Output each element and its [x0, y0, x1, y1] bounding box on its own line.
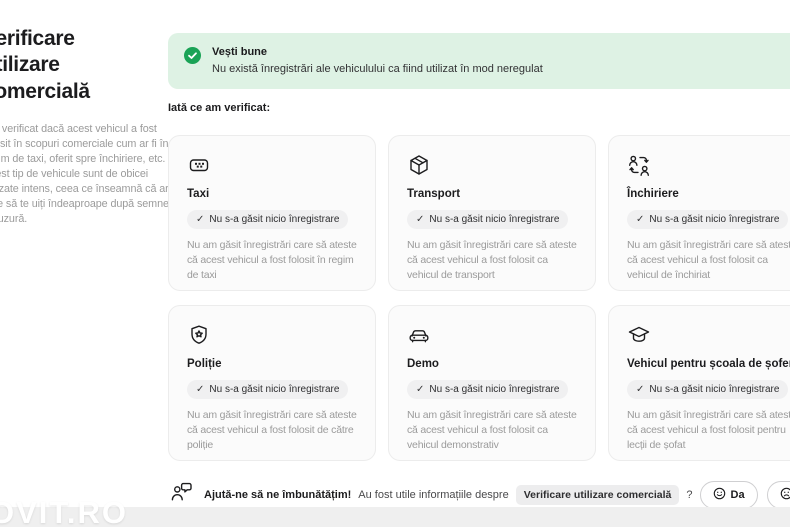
feedback-no-button[interactable]: Nu [767, 481, 790, 509]
no-record-badge: ✓ Nu s-a găsit nicio înregistrare [407, 210, 568, 229]
check-icon: ✓ [636, 384, 644, 395]
feedback-yes-button[interactable]: Da [700, 481, 758, 509]
card-politie: Poliție ✓ Nu s-a găsit nicio înregistrar… [168, 305, 376, 461]
taxi-icon [187, 153, 357, 177]
people-swap-icon [627, 153, 790, 177]
no-record-badge: ✓ Nu s-a găsit nicio înregistrare [627, 380, 788, 399]
success-banner: Vești bune Nu există înregistrări ale ve… [168, 33, 790, 89]
badge-label: Nu s-a găsit nicio înregistrare [649, 384, 779, 395]
card-description: Nu am găsit înregistrări care să ateste … [627, 408, 790, 453]
card-title: Transport [407, 188, 577, 200]
feedback-bar: Ajută-ne să ne îmbunătățim! Au fost util… [168, 480, 790, 509]
card-description: Nu am găsit înregistrări care să ateste … [187, 238, 357, 283]
banner-title: Vești bune [212, 46, 543, 58]
card-description: Nu am găsit înregistrări care să ateste … [187, 408, 357, 453]
car-icon [407, 323, 577, 347]
feedback-prompt-text: Au fost utile informațiile despre [358, 489, 508, 501]
bottom-strip [0, 507, 790, 527]
card-title: Închiriere [627, 188, 790, 200]
card-title: Demo [407, 358, 577, 370]
banner-message: Nu există înregistrări ale vehiculului c… [212, 63, 543, 75]
person-chat-icon [170, 480, 194, 509]
package-icon [407, 153, 577, 177]
badge-label: Nu s-a găsit nicio înregistrare [429, 384, 559, 395]
card-taxi: Taxi ✓ Nu s-a găsit nicio înregistrare N… [168, 135, 376, 291]
check-icon: ✓ [196, 384, 204, 395]
badge-label: Nu s-a găsit nicio înregistrare [649, 214, 779, 225]
yes-label: Da [731, 489, 745, 501]
card-description: Nu am găsit înregistrări care să ateste … [407, 238, 577, 283]
card-inchiriere: Închiriere ✓ Nu s-a găsit nicio înregist… [608, 135, 790, 291]
report-sidebar: Verificare utilizare comercială Am verif… [0, 26, 188, 227]
feedback-topic-badge: Verificare utilizare comercială [516, 485, 680, 505]
badge-label: Nu s-a găsit nicio înregistrare [209, 214, 339, 225]
check-icon: ✓ [196, 214, 204, 225]
no-record-badge: ✓ Nu s-a găsit nicio înregistrare [407, 380, 568, 399]
feedback-prompt-bold: Ajută-ne să ne îmbunătățim! [204, 489, 351, 501]
smiley-happy-icon [713, 487, 726, 503]
no-record-badge: ✓ Nu s-a găsit nicio înregistrare [187, 210, 348, 229]
check-circle-icon [184, 47, 201, 69]
smiley-sad-icon [780, 487, 790, 503]
check-icon: ✓ [636, 214, 644, 225]
police-shield-icon [187, 323, 357, 347]
card-title: Taxi [187, 188, 357, 200]
card-transport: Transport ✓ Nu s-a găsit nicio înregistr… [388, 135, 596, 291]
page-description: Am verificat dacă acest vehicul a fost f… [0, 122, 179, 227]
feedback-question-mark: ? [686, 489, 692, 501]
no-record-badge: ✓ Nu s-a găsit nicio înregistrare [187, 380, 348, 399]
badge-label: Nu s-a găsit nicio înregistrare [209, 384, 339, 395]
verification-cards-grid: Taxi ✓ Nu s-a găsit nicio înregistrare N… [168, 135, 790, 461]
main-content: Vești bune Nu există înregistrări ale ve… [168, 33, 790, 509]
check-icon: ✓ [416, 214, 424, 225]
check-icon: ✓ [416, 384, 424, 395]
graduation-cap-icon [627, 323, 790, 347]
card-description: Nu am găsit înregistrări care să ateste … [407, 408, 577, 453]
page-title: Verificare utilizare comercială [0, 26, 143, 105]
card-scoala-soferi: Vehicul pentru școala de șoferi ✓ Nu s-a… [608, 305, 790, 461]
card-title: Vehicul pentru școala de șoferi [627, 358, 790, 370]
card-description: Nu am găsit înregistrări care să ateste … [627, 238, 790, 283]
section-title: Iată ce am verificat: [168, 102, 790, 114]
card-demo: Demo ✓ Nu s-a găsit nicio înregistrare N… [388, 305, 596, 461]
no-record-badge: ✓ Nu s-a găsit nicio înregistrare [627, 210, 788, 229]
badge-label: Nu s-a găsit nicio înregistrare [429, 214, 559, 225]
card-title: Poliție [187, 358, 357, 370]
